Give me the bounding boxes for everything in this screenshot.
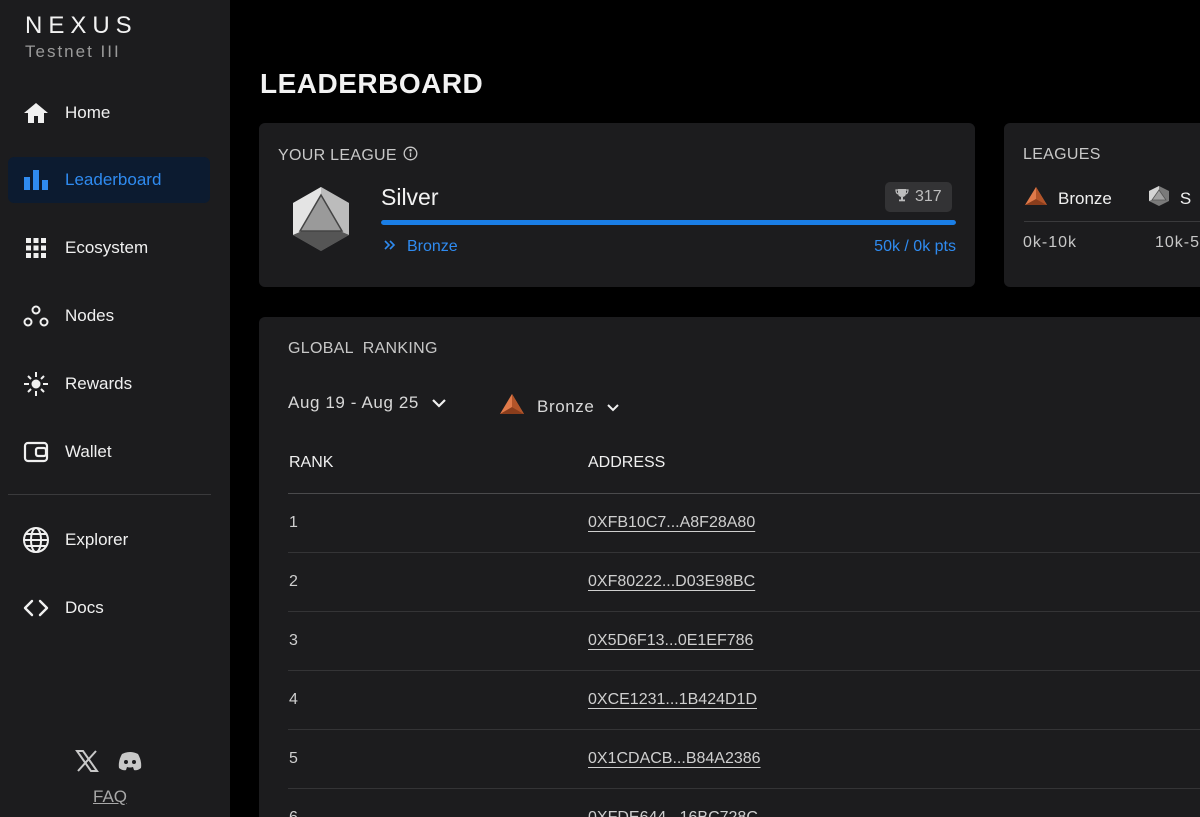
sidebar-item-label: Docs	[65, 598, 104, 617]
sidebar-divider	[8, 494, 211, 495]
sidebar-item-label: Leaderboard	[65, 170, 162, 189]
sidebar-item-leaderboard[interactable]: Leaderboard	[8, 157, 210, 203]
silver-league-icon	[1148, 185, 1170, 212]
next-league[interactable]: Bronze	[383, 238, 458, 256]
chevron-down-icon	[431, 393, 447, 413]
sidebar-item-home[interactable]: Home	[8, 90, 210, 136]
sidebar-item-explorer[interactable]: Explorer	[8, 517, 210, 563]
sidebar-item-wallet[interactable]: Wallet	[8, 429, 210, 475]
social-links	[75, 750, 143, 777]
your-league-label-row: YOUR LEAGUE	[278, 146, 418, 166]
table-row[interactable]: 3 0X5D6F13...0E1EF786	[288, 612, 1200, 671]
league-progress-fill	[381, 220, 956, 225]
leagues-label: LEAGUES	[1023, 146, 1101, 163]
league-progress-bar	[381, 220, 956, 225]
current-league-name: Silver	[381, 184, 439, 210]
discord-icon[interactable]	[117, 751, 143, 776]
bronze-league-icon	[1024, 186, 1048, 211]
globe-icon	[22, 526, 50, 554]
column-header-address[interactable]: ADDRESS	[588, 454, 665, 472]
brand[interactable]: NEXUS Testnet III	[25, 12, 138, 62]
x-icon[interactable]	[75, 750, 99, 777]
address-link[interactable]: 0XCE1231...1B424D1D	[588, 691, 757, 709]
app: NEXUS Testnet III Home Leaderboard Ecosy…	[0, 0, 1200, 817]
sidebar-item-docs[interactable]: Docs	[8, 585, 210, 631]
sparkle-icon	[22, 370, 50, 398]
global-ranking-card: GLOBAL RANKING Aug 19 - Aug 25 Bronze RA…	[259, 317, 1200, 817]
leagues-card: LEAGUES Bronze S 0k-10k 10k-5	[1004, 123, 1200, 287]
sidebar-item-label: Ecosystem	[65, 238, 149, 257]
address-link[interactable]: 0X5D6F13...0E1EF786	[588, 632, 753, 650]
page-title: LEADERBOARD	[260, 68, 484, 99]
bar-chart-icon	[22, 166, 50, 194]
rank-cell: 2	[289, 573, 298, 590]
score-value: 317	[915, 188, 942, 205]
leagues-row: Bronze S	[1024, 185, 1191, 212]
league-chip-silver[interactable]: S	[1148, 185, 1191, 212]
sidebar-item-label: Explorer	[65, 530, 129, 549]
your-league-card: YOUR LEAGUE Silver 317 Bronze 50k / 0k p…	[259, 123, 975, 287]
code-icon	[22, 594, 50, 622]
info-icon[interactable]	[403, 146, 418, 166]
date-range-value: Aug 19 - Aug 25	[288, 393, 419, 412]
grid-icon	[22, 234, 50, 262]
league-points: 50k / 0k pts	[874, 238, 956, 255]
sidebar: NEXUS Testnet III Home Leaderboard Ecosy…	[0, 0, 230, 817]
your-league-label: YOUR LEAGUE	[278, 147, 397, 164]
brand-subtitle: Testnet III	[25, 42, 121, 61]
sidebar-item-nodes[interactable]: Nodes	[8, 293, 210, 339]
brand-name: NEXUS	[25, 12, 138, 39]
column-header-rank[interactable]: RANK	[289, 454, 333, 472]
table-row[interactable]: 6 0XFDE644...16BC728C	[288, 789, 1200, 817]
wallet-icon	[22, 438, 50, 466]
league-chip-label: S	[1179, 188, 1192, 208]
league-chip-bronze[interactable]: Bronze	[1024, 186, 1112, 211]
table-row[interactable]: 1 0XFB10C7...A8F28A80	[288, 494, 1200, 553]
league-range-bronze: 0k-10k	[1023, 234, 1078, 251]
league-chip-label: Bronze	[1058, 188, 1112, 208]
score-badge: 317	[885, 182, 952, 212]
address-link[interactable]: 0XFDE644...16BC728C	[588, 809, 758, 817]
address-link[interactable]: 0XF80222...D03E98BC	[588, 573, 755, 591]
address-link[interactable]: 0X1CDACB...B84A2386	[588, 750, 761, 768]
table-row[interactable]: 2 0XF80222...D03E98BC	[288, 553, 1200, 612]
sidebar-item-ecosystem[interactable]: Ecosystem	[8, 225, 210, 271]
sidebar-item-rewards[interactable]: Rewards	[8, 361, 210, 407]
table-row[interactable]: 4 0XCE1231...1B424D1D	[288, 671, 1200, 730]
next-league-name: Bronze	[407, 238, 458, 255]
sidebar-item-label: Home	[65, 103, 111, 122]
rank-cell: 1	[289, 514, 298, 531]
home-icon	[22, 99, 50, 127]
sidebar-item-label: Wallet	[65, 442, 112, 461]
bronze-league-icon	[499, 393, 525, 420]
league-filter-value: Bronze	[537, 396, 595, 416]
address-link[interactable]: 0XFB10C7...A8F28A80	[588, 514, 755, 532]
faq-link[interactable]: FAQ	[93, 787, 127, 807]
rank-cell: 3	[289, 632, 298, 649]
rank-cell: 6	[289, 809, 298, 817]
rank-cell: 4	[289, 691, 298, 708]
global-ranking-label: GLOBAL RANKING	[288, 340, 438, 357]
chevron-down-icon	[606, 397, 620, 417]
date-range-dropdown[interactable]: Aug 19 - Aug 25	[288, 393, 447, 413]
nodes-icon	[22, 302, 50, 330]
silver-league-icon	[289, 185, 353, 258]
trophy-icon	[895, 188, 909, 207]
rank-cell: 5	[289, 750, 298, 767]
leagues-divider	[1024, 221, 1200, 222]
table-row[interactable]: 5 0X1CDACB...B84A2386	[288, 730, 1200, 789]
league-range-silver: 10k-5	[1155, 234, 1200, 251]
double-chevron-right-icon	[383, 238, 397, 256]
league-filter-dropdown[interactable]: Bronze	[499, 393, 620, 420]
sidebar-item-label: Rewards	[65, 374, 133, 393]
sidebar-item-label: Nodes	[65, 306, 115, 325]
